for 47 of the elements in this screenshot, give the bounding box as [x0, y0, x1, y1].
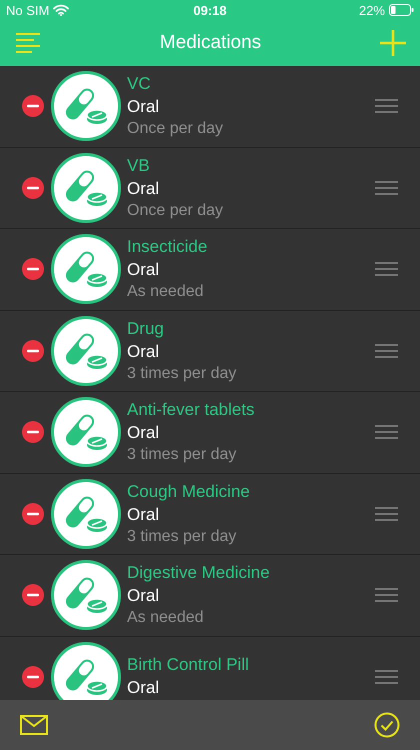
drag-handle-icon[interactable] — [375, 344, 398, 358]
frequency-label: Once per day — [127, 120, 224, 138]
drag-handle-icon[interactable] — [375, 99, 398, 114]
checkmark-icon[interactable] — [374, 712, 400, 738]
route-label: Oral — [127, 260, 160, 280]
route-label: Oral — [127, 586, 160, 606]
drag-handle-icon[interactable] — [375, 670, 398, 684]
route-label: Oral — [127, 342, 160, 362]
route-label: Oral — [127, 97, 160, 118]
medication-name: Anti-fever tablets — [127, 400, 256, 420]
drag-handle-icon[interactable] — [375, 262, 398, 276]
delete-icon[interactable] — [22, 176, 44, 199]
frequency-label: As needed — [127, 609, 205, 628]
medication-name: VB — [127, 156, 151, 176]
delete-icon[interactable] — [22, 258, 44, 280]
medication-name: VC — [127, 74, 152, 94]
delete-icon[interactable] — [22, 340, 44, 362]
frequency-label: As needed — [127, 283, 205, 302]
carrier-label: No SIM — [6, 2, 50, 18]
delete-icon[interactable] — [22, 95, 44, 118]
medication-name: Birth Control Pill — [127, 655, 250, 676]
route-label: Oral — [127, 423, 160, 444]
delete-icon[interactable] — [22, 584, 44, 606]
medication-name: Digestive Medicine — [127, 563, 271, 584]
frequency-label: 3 times per day — [127, 528, 238, 546]
frequency-label: 3 times per day — [127, 364, 238, 383]
medication-name: Drug — [127, 318, 165, 339]
route-label: Oral — [127, 178, 160, 199]
screen-title: Medications — [160, 32, 262, 54]
battery-percent: 22% — [358, 2, 385, 18]
delete-icon[interactable] — [22, 666, 44, 688]
medication-name: Cough Medicine — [127, 482, 251, 502]
route-label: Oral — [127, 678, 160, 698]
medication-name: Insecticide — [127, 237, 208, 258]
delete-icon[interactable] — [22, 502, 44, 525]
frequency-label: Once per day — [127, 202, 224, 220]
route-label: Oral — [127, 504, 160, 525]
battery-icon — [389, 4, 414, 16]
clock-time: 09:18 — [193, 2, 227, 18]
wifi-icon — [53, 4, 70, 16]
delete-icon[interactable] — [22, 421, 44, 444]
drag-handle-icon[interactable] — [375, 425, 398, 440]
drag-handle-icon[interactable] — [375, 506, 398, 521]
drag-handle-icon[interactable] — [375, 180, 398, 195]
drag-handle-icon[interactable] — [375, 588, 398, 602]
frequency-label: 3 times per day — [127, 446, 238, 464]
mail-icon[interactable] — [20, 715, 48, 735]
